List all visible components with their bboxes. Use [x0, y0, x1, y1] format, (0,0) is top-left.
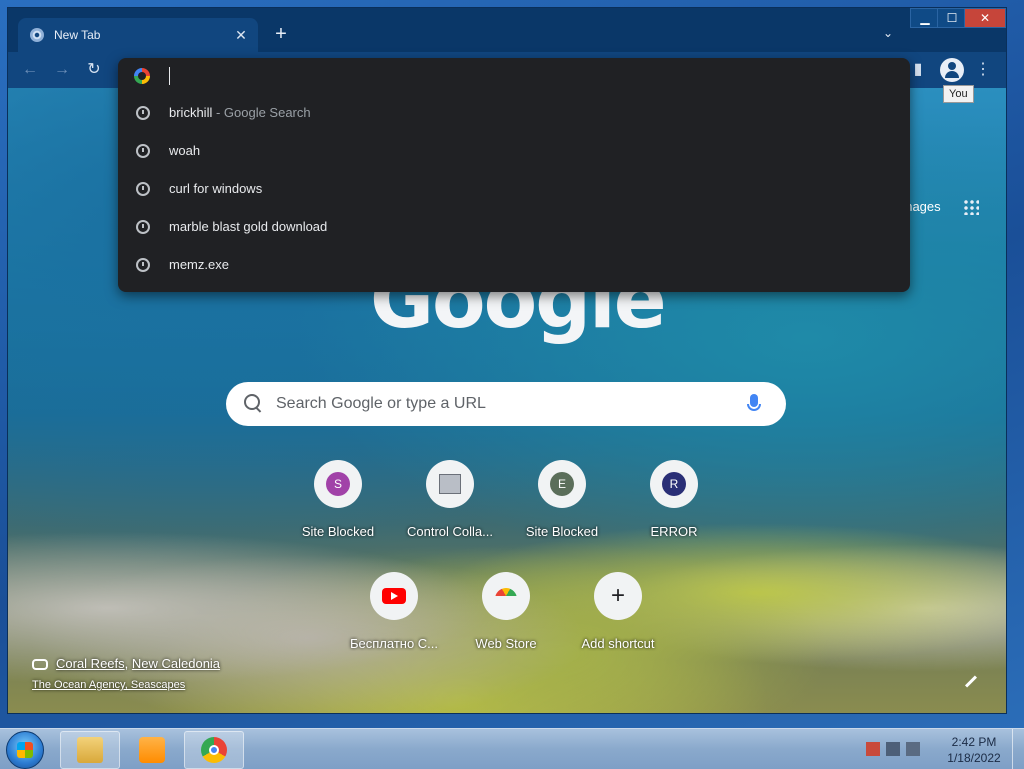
- shortcut-label: Site Blocked: [525, 524, 599, 539]
- search-icon: [244, 394, 260, 410]
- tab-strip: New Tab ✕ + ⌄ ▁ ☐ ✕: [8, 8, 1006, 52]
- reload-button[interactable]: ↻: [82, 58, 106, 82]
- background-attribution: Coral Reefs, New Caledonia: [32, 656, 220, 671]
- suggestion-query: memz.exe: [169, 257, 229, 272]
- web-store-icon: [495, 588, 517, 604]
- history-clock-icon: [136, 182, 150, 196]
- chrome-icon: [201, 737, 227, 763]
- close-window-button[interactable]: ✕: [964, 8, 1006, 28]
- attribution-country-link[interactable]: New Caledonia: [132, 656, 220, 671]
- control-panel-icon: [439, 474, 461, 494]
- youtube-icon: [382, 588, 406, 604]
- shortcut-icon-bg: [426, 460, 474, 508]
- tab-title: New Tab: [54, 28, 101, 42]
- volume-icon[interactable]: [906, 741, 920, 756]
- shortcut-icon-bg: +: [594, 572, 642, 620]
- omnibox-suggestion[interactable]: memz.exe: [118, 246, 910, 284]
- plus-icon: +: [610, 582, 625, 609]
- attribution-separator: ,: [124, 656, 132, 671]
- shortcut-icon-bg: [482, 572, 530, 620]
- shortcut-letter-icon: S: [326, 472, 350, 496]
- shortcut-tile[interactable]: E Site Blocked: [512, 460, 612, 550]
- history-clock-icon: [136, 220, 150, 234]
- suggestion-query: woah: [169, 143, 201, 158]
- microphone-icon[interactable]: [747, 394, 761, 411]
- suggestion-query: curl for windows: [169, 181, 263, 196]
- show-desktop-button[interactable]: [1012, 729, 1024, 769]
- shortcut-label: Control Colla...: [407, 524, 493, 539]
- shortcut-tile[interactable]: Web Store: [456, 572, 556, 662]
- new-tab-button[interactable]: +: [270, 23, 292, 45]
- chrome-favicon-icon: [30, 28, 44, 42]
- tab-close-icon[interactable]: ✕: [232, 26, 250, 44]
- suggestion-subtext: - Google Search: [212, 105, 311, 120]
- media-player-icon: [139, 737, 165, 763]
- apps-grid-icon[interactable]: [963, 199, 979, 215]
- attribution-place-link[interactable]: Coral Reefs: [56, 656, 125, 671]
- clock-time[interactable]: 2:42 PM: [948, 735, 1000, 749]
- shortcut-tile[interactable]: Control Colla...: [400, 460, 500, 550]
- start-button[interactable]: [6, 731, 44, 769]
- shortcut-tile[interactable]: S Site Blocked: [288, 460, 388, 550]
- shortcut-label: Site Blocked: [301, 524, 375, 539]
- tab-search-button[interactable]: ⌄: [878, 23, 898, 43]
- add-shortcut-tile[interactable]: + Add shortcut: [568, 572, 668, 662]
- shortcut-icon-bg: R: [650, 460, 698, 508]
- taskbar-chrome[interactable]: [184, 731, 244, 769]
- clock-date[interactable]: 1/18/2022: [944, 751, 1004, 765]
- omnibox-suggestion[interactable]: marble blast gold download: [118, 208, 910, 246]
- shortcut-letter-icon: R: [662, 472, 686, 496]
- google-g-icon: [134, 68, 150, 84]
- omnibox-suggestion[interactable]: curl for windows: [118, 170, 910, 208]
- system-tray: [866, 741, 926, 756]
- shortcut-tile[interactable]: Бесплатно С...: [344, 572, 444, 662]
- omnibox-dropdown: brickhill - Google Search woah curl for …: [118, 58, 910, 292]
- profile-button[interactable]: [940, 58, 964, 82]
- shortcut-label: Web Store: [475, 636, 537, 651]
- maximize-button[interactable]: ☐: [937, 8, 967, 28]
- text-caret: [169, 67, 170, 85]
- history-clock-icon: [136, 144, 150, 158]
- taskbar-media-player[interactable]: [122, 731, 182, 769]
- history-clock-icon: [136, 258, 150, 272]
- shortcut-label: ERROR: [650, 524, 698, 539]
- shortcut-label: Add shortcut: [581, 636, 655, 651]
- shortcut-icon-bg: S: [314, 460, 362, 508]
- shortcut-icon-bg: E: [538, 460, 586, 508]
- windows-taskbar: 2:42 PM 1/18/2022: [0, 728, 1024, 769]
- folder-icon: [77, 737, 103, 763]
- suggestion-text: brickhill - Google Search: [169, 105, 311, 120]
- omnibox-suggestion[interactable]: brickhill - Google Search: [118, 94, 910, 132]
- tab-new-tab[interactable]: New Tab ✕: [18, 18, 258, 52]
- suggestion-query: brickhill: [169, 105, 213, 120]
- profile-tooltip: You: [943, 85, 974, 103]
- omnibox-suggestion[interactable]: woah: [118, 132, 910, 170]
- link-icon: [32, 659, 48, 671]
- shortcut-label: Бесплатно С...: [349, 636, 439, 651]
- ntp-search-box[interactable]: Search Google or type a URL: [226, 382, 786, 426]
- suggestion-query: marble blast gold download: [169, 219, 328, 234]
- menu-button[interactable]: ⋮: [971, 58, 995, 82]
- omnibox-input[interactable]: [168, 64, 868, 88]
- chrome-window: New Tab ✕ + ⌄ ▁ ☐ ✕ ← → ↻ ▮ ⋮ Images Goo…: [7, 7, 1007, 714]
- taskbar-explorer[interactable]: [60, 731, 120, 769]
- search-placeholder: Search Google or type a URL: [276, 395, 486, 412]
- action-center-icon[interactable]: [866, 741, 880, 756]
- shortcut-tile[interactable]: R ERROR: [624, 460, 724, 550]
- forward-button[interactable]: →: [50, 58, 74, 82]
- shortcut-letter-icon: E: [550, 472, 574, 496]
- network-icon[interactable]: [886, 741, 900, 756]
- shortcut-icon-bg: [370, 572, 418, 620]
- history-clock-icon: [136, 106, 150, 120]
- attribution-credit-link[interactable]: The Ocean Agency, Seascapes: [32, 679, 185, 691]
- minimize-button[interactable]: ▁: [910, 8, 940, 28]
- back-button[interactable]: ←: [18, 58, 42, 82]
